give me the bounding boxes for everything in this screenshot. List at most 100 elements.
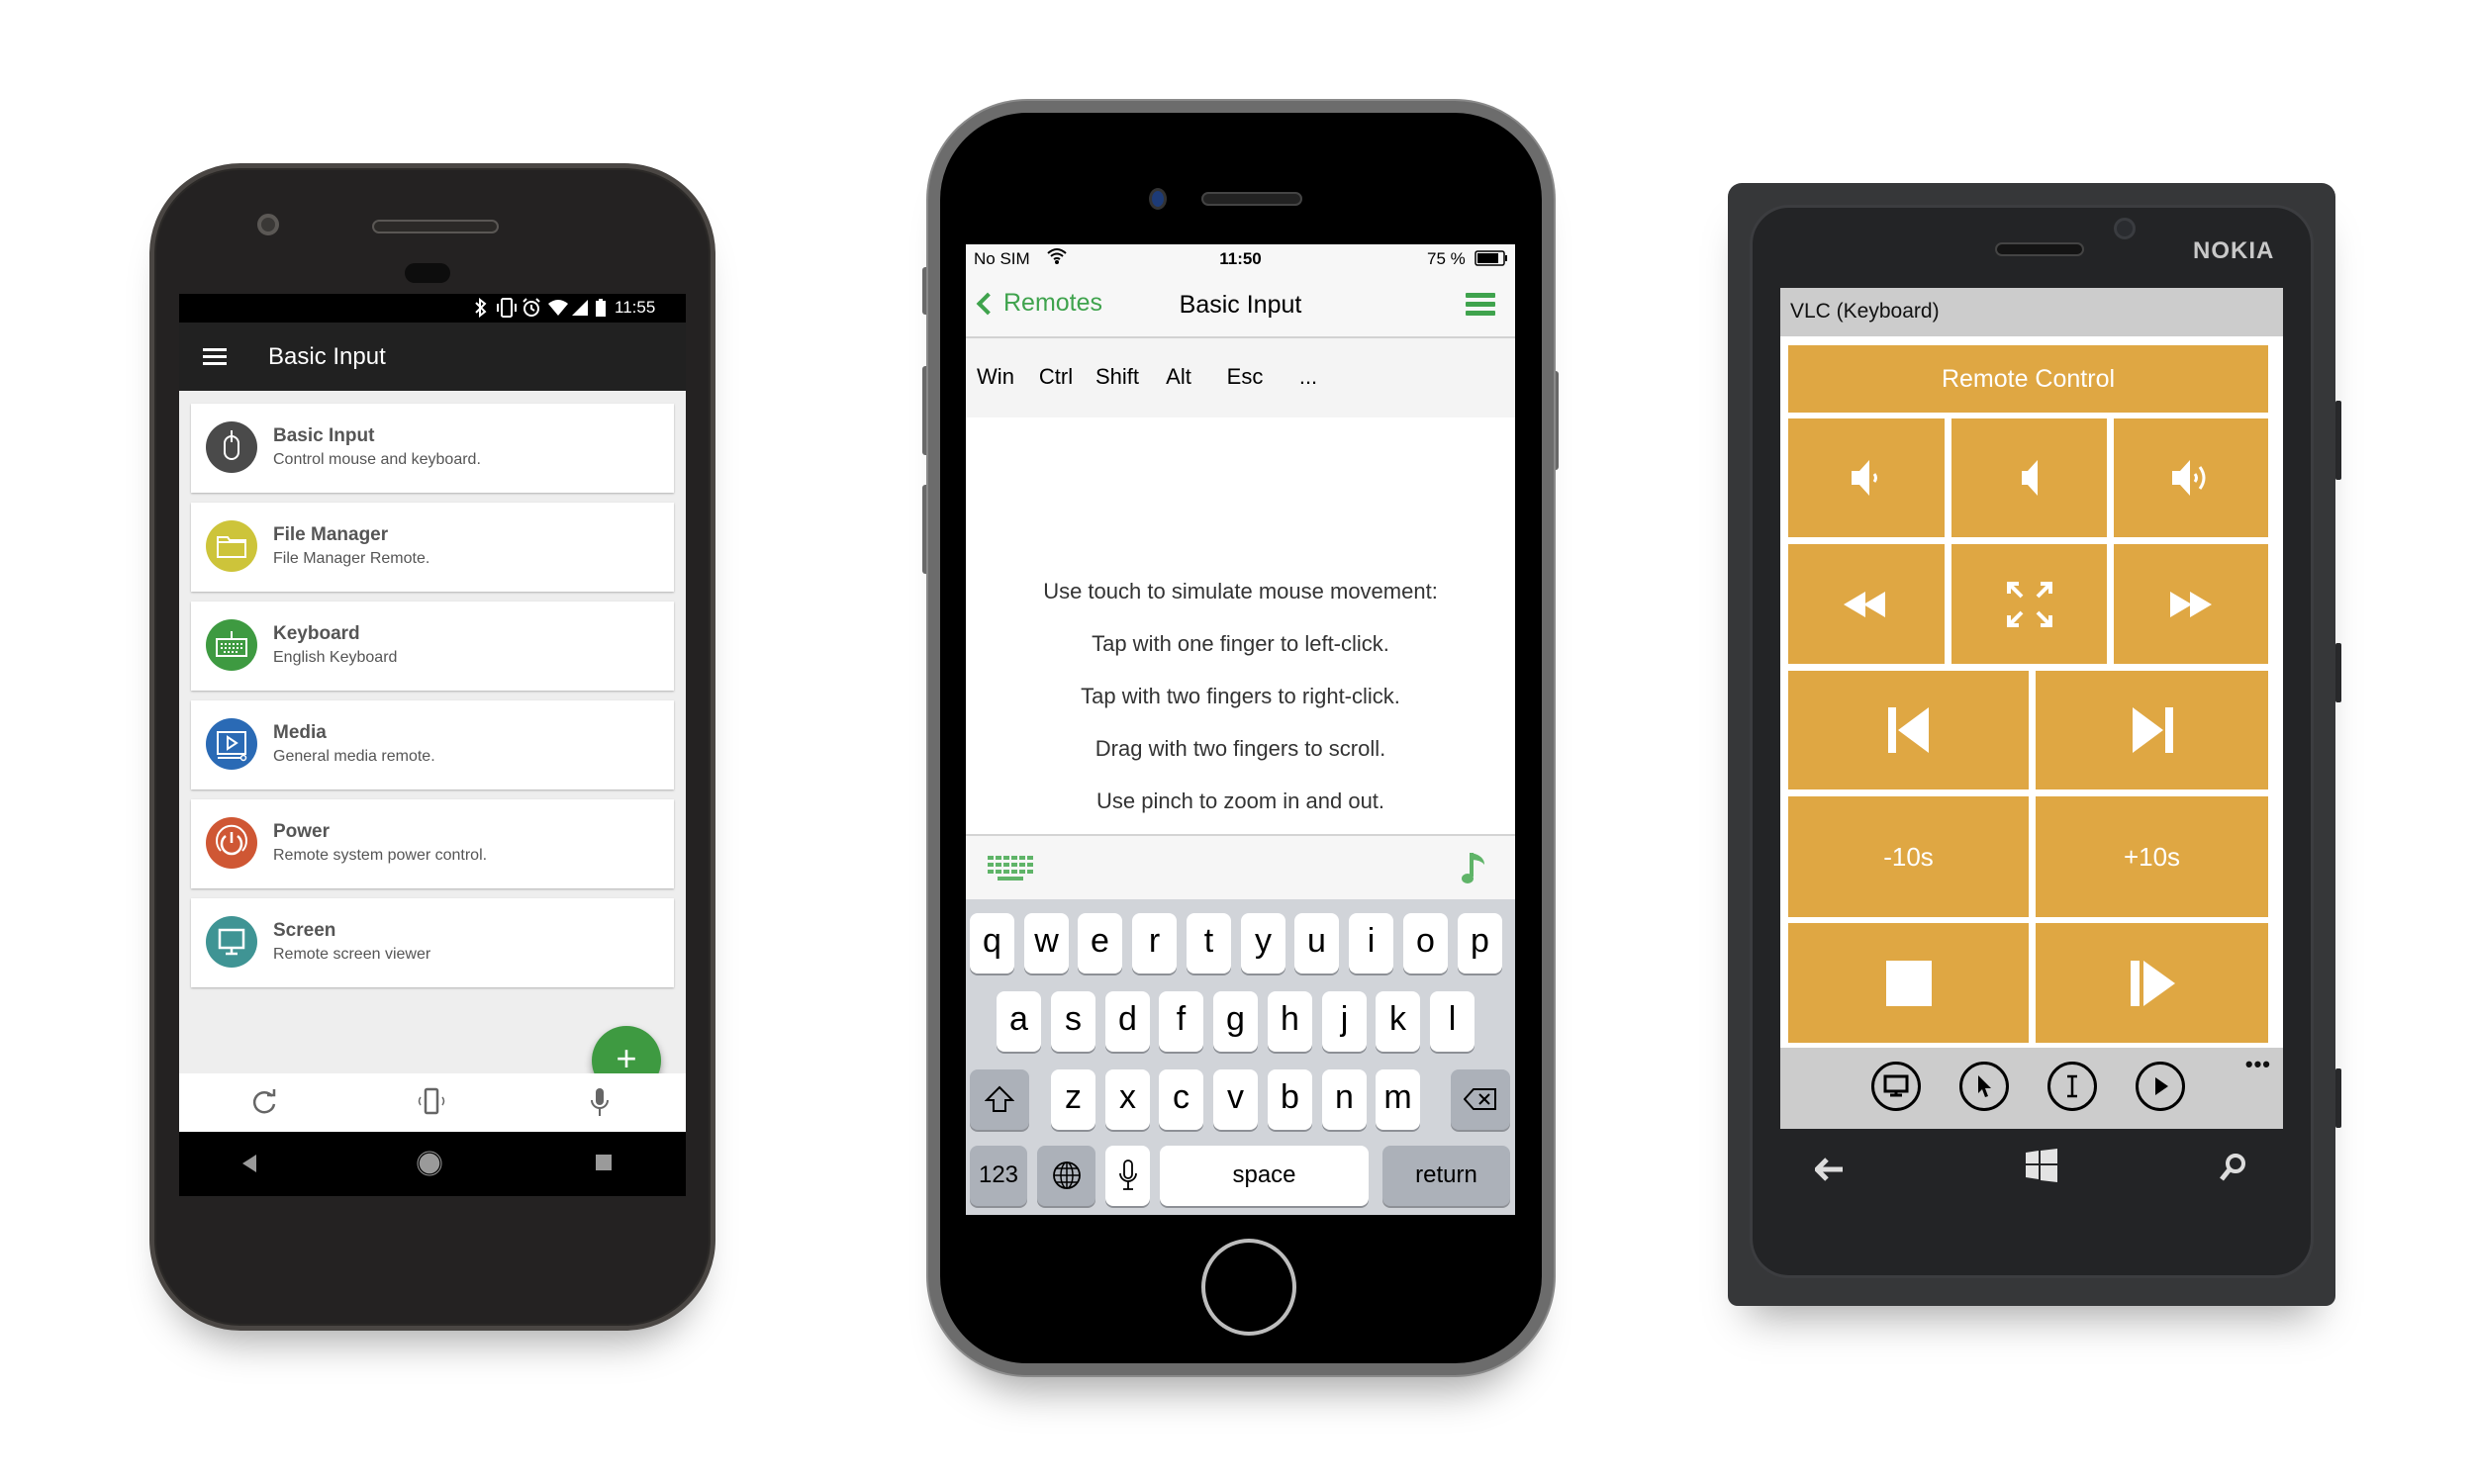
search-icon [2220, 1154, 2245, 1181]
previous-button[interactable] [1788, 671, 2029, 789]
monitor-icon [206, 916, 257, 968]
vibrate-icon [496, 298, 518, 324]
backspace-key[interactable] [1451, 1069, 1510, 1130]
skip-previous-icon [1887, 707, 1929, 753]
volume-down-icon [1852, 460, 1877, 496]
key-c[interactable]: c [1159, 1069, 1203, 1130]
remote-control-tile[interactable]: Remote Control [1788, 345, 2268, 413]
back-label: Remotes [1003, 289, 1103, 317]
next-button[interactable] [2036, 671, 2268, 789]
text-input-button[interactable] [2047, 1062, 2097, 1111]
iphone: No SIM 11:50 75 % Basic Input Remotes Wi… [928, 101, 1554, 1375]
key-e[interactable]: e [1078, 913, 1122, 974]
more-options-button[interactable]: ••• [2245, 1052, 2271, 1077]
key-r[interactable]: r [1132, 913, 1177, 974]
key-n[interactable]: n [1322, 1069, 1367, 1130]
play-pause-button[interactable] [2036, 923, 2268, 1043]
return-key[interactable]: return [1382, 1146, 1510, 1206]
key-f[interactable]: f [1159, 991, 1203, 1052]
media-button[interactable] [2136, 1062, 2185, 1111]
numbers-key[interactable]: 123 [970, 1146, 1027, 1206]
shift-icon [984, 1085, 1015, 1112]
hardware-back-button[interactable] [1813, 1158, 1845, 1186]
mute-icon [2021, 460, 2038, 496]
camera-key [2335, 1068, 2341, 1128]
key-z[interactable]: z [1051, 1069, 1095, 1130]
key-t[interactable]: t [1187, 913, 1231, 974]
fast-forward-button[interactable] [2114, 544, 2268, 664]
key-l[interactable]: l [1430, 991, 1475, 1052]
keyboard-icon [206, 619, 257, 671]
instruction-line: Tap with one finger to left-click. [1092, 631, 1389, 656]
key-u[interactable]: u [1294, 913, 1339, 974]
key-y[interactable]: y [1241, 913, 1285, 974]
key-k[interactable]: k [1376, 991, 1420, 1052]
hamburger-menu-icon[interactable] [203, 348, 227, 366]
space-key[interactable]: space [1160, 1146, 1369, 1206]
keyboard-icon[interactable] [988, 856, 1035, 886]
recents-icon[interactable] [595, 1154, 613, 1176]
remote-item-power[interactable]: Power Remote system power control. [191, 799, 674, 888]
refresh-icon[interactable] [248, 1087, 282, 1117]
vibrate-phone-icon[interactable] [415, 1087, 448, 1117]
remote-item-screen[interactable]: Screen Remote screen viewer [191, 898, 674, 987]
rewind-button[interactable] [1788, 544, 1945, 664]
dictation-key[interactable] [1105, 1146, 1150, 1206]
key-q[interactable]: q [970, 913, 1014, 974]
remote-item-keyboard[interactable]: Keyboard English Keyboard [191, 602, 674, 691]
remote-item-basic-input[interactable]: Basic Input Control mouse and keyboard. [191, 404, 674, 493]
play-icon [2155, 1077, 2168, 1095]
key-o[interactable]: o [1403, 913, 1448, 974]
globe-key[interactable] [1037, 1146, 1095, 1206]
key-a[interactable]: a [997, 991, 1041, 1052]
key-d[interactable]: d [1105, 991, 1150, 1052]
hardware-search-button[interactable] [2219, 1153, 2246, 1187]
touchpad-area[interactable]: Use touch to simulate mouse movement: Ta… [966, 417, 1515, 834]
modifier-more[interactable]: ... [1263, 364, 1354, 390]
screen-button[interactable] [1871, 1062, 1921, 1111]
play-pause-icon [2130, 960, 2175, 1006]
key-p[interactable]: p [1458, 913, 1502, 974]
home-icon[interactable] [417, 1151, 442, 1181]
front-camera [2114, 218, 2136, 239]
app-bar-title: Basic Input [268, 343, 386, 370]
cursor-button[interactable] [1959, 1062, 2009, 1111]
remote-subtitle: Remote screen viewer [273, 946, 431, 963]
home-button[interactable] [1201, 1239, 1296, 1336]
android-screen: 11:55 Basic Input Basic Input Control mo… [179, 294, 686, 1196]
back-arrow-icon [1813, 1158, 1843, 1181]
back-icon[interactable] [240, 1154, 258, 1178]
volume-down-button[interactable] [1788, 418, 1945, 537]
volume-up-button[interactable] [2114, 418, 2268, 537]
key-v[interactable]: v [1213, 1069, 1258, 1130]
remote-item-file-manager[interactable]: File Manager File Manager Remote. [191, 503, 674, 592]
key-b[interactable]: b [1268, 1069, 1312, 1130]
navigation-bar: Basic Input Remotes [966, 272, 1515, 338]
back-button[interactable]: Remotes [974, 289, 1102, 318]
stop-button[interactable] [1788, 923, 2029, 1043]
text-cursor-icon [2067, 1074, 2077, 1098]
key-g[interactable]: g [1213, 991, 1258, 1052]
mute-button[interactable] [1951, 418, 2107, 537]
system-nav-bar [179, 1132, 686, 1196]
key-i[interactable]: i [1349, 913, 1393, 974]
key-s[interactable]: s [1051, 991, 1095, 1052]
battery-icon [1475, 250, 1508, 271]
key-x[interactable]: x [1105, 1069, 1150, 1130]
key-j[interactable]: j [1322, 991, 1367, 1052]
jump-forward-10s-button[interactable]: +10s [2036, 796, 2268, 917]
microphone-icon[interactable] [583, 1087, 617, 1117]
music-note-icon[interactable] [1461, 850, 1488, 890]
jump-back-10s-button[interactable]: -10s [1788, 796, 2029, 917]
key-h[interactable]: h [1268, 991, 1312, 1052]
key-m[interactable]: m [1376, 1069, 1420, 1130]
remote-item-media[interactable]: Media General media remote. [191, 700, 674, 789]
status-time: 11:55 [615, 298, 656, 317]
key-w[interactable]: w [1024, 913, 1069, 974]
fullscreen-button[interactable] [1951, 544, 2107, 664]
hardware-start-button[interactable] [2025, 1148, 2058, 1188]
hamburger-menu-icon[interactable] [1466, 293, 1495, 317]
on-screen-keyboard: q w e r t y u i o p a s d f g h j k l z … [966, 899, 1515, 1215]
shift-key[interactable] [970, 1069, 1029, 1130]
remote-title: Media [273, 722, 327, 743]
